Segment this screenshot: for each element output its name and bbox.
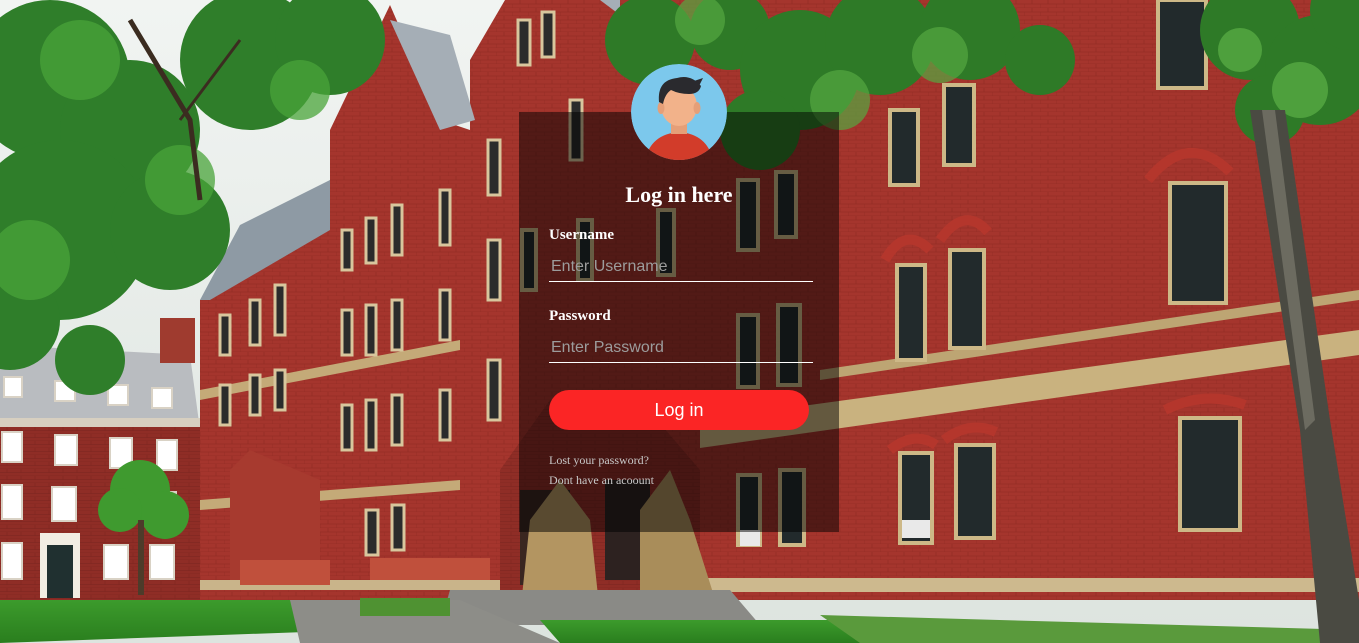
- username-label: Username: [549, 227, 614, 243]
- password-input[interactable]: [549, 333, 813, 363]
- login-card: Log in here Username Password Log in Los…: [519, 64, 839, 532]
- user-avatar-icon: [631, 64, 727, 160]
- login-title: Log in here: [625, 182, 733, 207]
- signup-link[interactable]: Dont have an acoount: [549, 473, 654, 488]
- password-label: Password: [549, 308, 611, 324]
- username-input[interactable]: [549, 252, 813, 282]
- lost-password-link[interactable]: Lost your password?: [549, 453, 649, 468]
- login-button[interactable]: Log in: [549, 390, 809, 430]
